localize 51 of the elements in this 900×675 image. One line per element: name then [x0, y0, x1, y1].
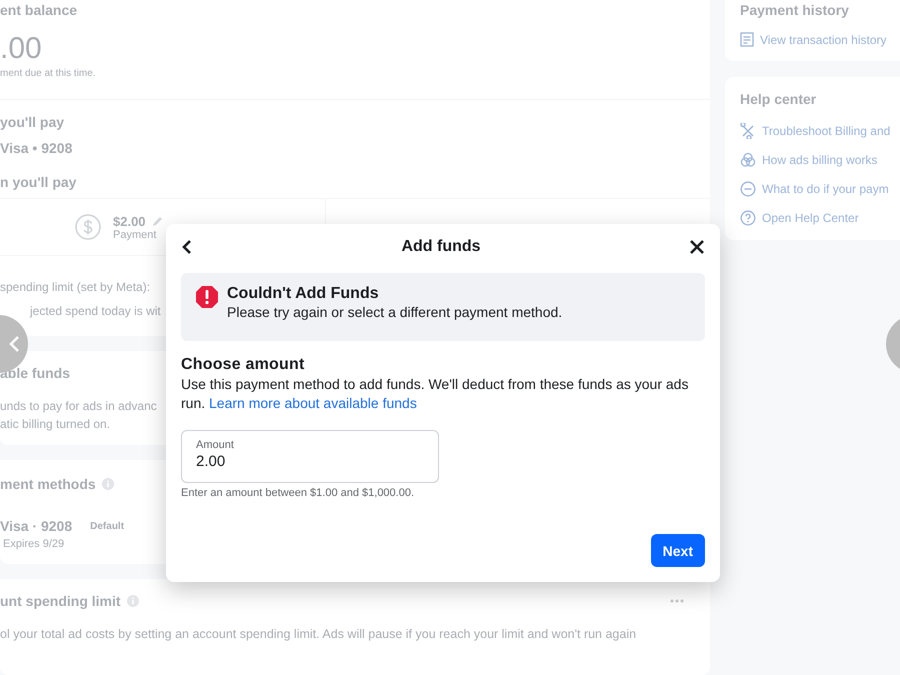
- pencil-icon[interactable]: [152, 216, 163, 226]
- helper-text: Enter an amount between $1.00 and $1,000.00.: [181, 487, 416, 499]
- chevron-left-icon: [8, 335, 20, 353]
- spend-text: jected spend today is wit: [30, 304, 161, 318]
- tools-icon: [740, 123, 756, 139]
- spending-limit-text: spending limit (set by Meta):: [0, 280, 150, 294]
- minus-circle-icon: [740, 181, 756, 197]
- dialog-title: Add funds: [401, 238, 481, 256]
- info-icon[interactable]: [102, 478, 114, 490]
- next-button[interactable]: Next: [650, 534, 705, 567]
- amount-input[interactable]: 2.00: [196, 453, 396, 470]
- close-icon: [689, 239, 705, 255]
- description-text: ol your total ad costs by setting an account spending limit. Ads will pause if you reach your limit and won't run again: [0, 627, 636, 641]
- field-label: n you'll pay: [0, 174, 76, 190]
- description-text: atic billing turned on.: [0, 417, 110, 431]
- receipt-icon: [740, 32, 754, 47]
- section-title: Choose amount: [181, 356, 306, 374]
- help-link[interactable]: Open Help Center: [762, 211, 859, 225]
- description-text: unds to pay for ads in advanc: [0, 399, 157, 413]
- error-title: Couldn't Add Funds: [227, 285, 380, 303]
- section-title: Help center: [740, 91, 816, 107]
- learn-more-link[interactable]: Learn more about available funds: [209, 395, 417, 411]
- description-text: Use this payment method to add funds. We'll deduct from these funds as your ads run. Learn more about available funds: [181, 375, 690, 413]
- field-label: you'll pay: [0, 114, 64, 130]
- close-button[interactable]: [689, 239, 705, 255]
- balance-amount: .00: [0, 32, 42, 66]
- circles-icon: [740, 152, 756, 168]
- chevron-left-icon: [181, 239, 193, 255]
- section-title: ment methods: [0, 476, 96, 492]
- help-icon: [740, 210, 756, 226]
- help-link[interactable]: What to do if your paym: [762, 182, 889, 196]
- payment-amount: $2.00: [113, 214, 146, 228]
- balance-note: ment due at this time.: [0, 68, 96, 79]
- help-link[interactable]: How ads billing works: [762, 153, 878, 167]
- error-message: Please try again or select a different payment method.: [227, 304, 562, 320]
- section-title: Payment history: [740, 2, 849, 18]
- dollar-coin-icon: [75, 214, 101, 240]
- payment-caption: Payment: [113, 228, 156, 240]
- default-label: Default: [90, 520, 124, 532]
- help-link[interactable]: Troubleshoot Billing and: [762, 124, 890, 138]
- section-title: unt spending limit: [0, 593, 121, 609]
- amount-field[interactable]: Amount 2.00: [181, 430, 439, 483]
- more-icon[interactable]: [670, 599, 684, 603]
- card-name: Visa · 9208: [0, 518, 72, 534]
- transaction-history-link[interactable]: View transaction history: [760, 32, 887, 46]
- info-icon[interactable]: [126, 595, 139, 607]
- error-icon: [195, 285, 219, 309]
- section-title: ent balance: [0, 2, 78, 18]
- card-expiry: Expires 9/29: [3, 538, 64, 550]
- back-button[interactable]: [181, 239, 193, 255]
- payment-method: Visa • 9208: [0, 140, 72, 156]
